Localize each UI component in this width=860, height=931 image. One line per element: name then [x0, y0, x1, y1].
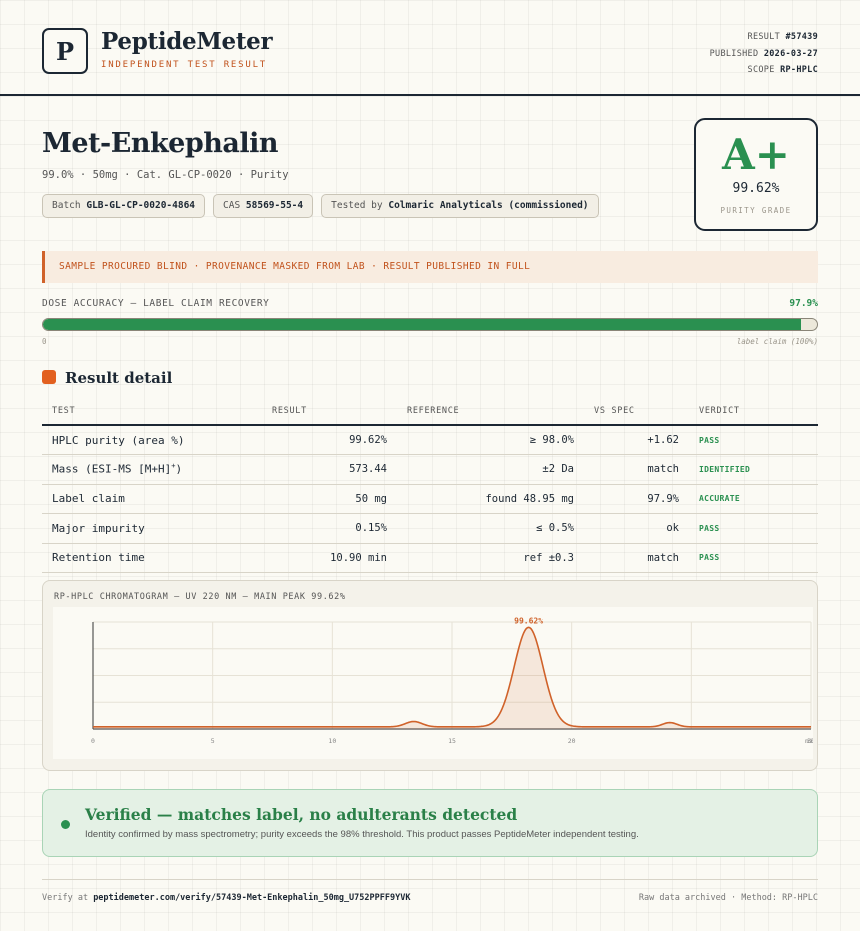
cell-vs-spec: ok — [584, 513, 689, 544]
cell-reference: ref ±0.3 — [397, 543, 584, 573]
x-tick-label: 5 — [211, 737, 215, 745]
grade-badge: A+ 99.62% PURITY GRADE — [694, 118, 818, 231]
dose-min-label: 0 — [42, 337, 47, 346]
cell-verdict: ACCURATE — [689, 484, 818, 514]
tested-by-label: Tested by — [331, 200, 383, 211]
dose-accuracy-value: 97.9% — [789, 298, 818, 309]
product-title: Met-Enkephalin — [42, 128, 279, 159]
cell-reference: found 48.95 mg — [397, 484, 584, 514]
verify-prefix: Verify at — [42, 893, 89, 903]
product-subtitle: 99.0% · 50mg · Cat. GL-CP-0020 · Purity — [42, 169, 289, 181]
cas-value: 58569-55-4 — [245, 200, 304, 211]
section-marker — [42, 370, 56, 384]
cell-verdict: IDENTIFIED — [689, 454, 818, 485]
footer-divider — [42, 879, 818, 880]
tested-by-chip: Tested by Colmaric Analyticals (commissi… — [321, 194, 599, 218]
table-row: Retention time 10.90 min ref ±0.3 match … — [42, 543, 818, 573]
footer-verify: Verify at peptidemeter.com/verify/57439-… — [42, 893, 410, 903]
cell-test: Retention time — [42, 543, 262, 573]
brand-subtitle: INDEPENDENT TEST RESULT — [101, 60, 268, 70]
brand-name: PeptideMeter — [101, 28, 273, 55]
cell-vs-spec: 97.9% — [584, 484, 689, 514]
published-label: PUBLISHED — [709, 48, 759, 59]
cell-test-text: Mass (ESI-MS [M+H] — [52, 463, 172, 477]
grade-value: 99.62% — [732, 181, 780, 196]
x-unit-label: min — [805, 737, 813, 745]
cell-verdict: PASS — [689, 513, 818, 544]
cell-vs-spec: match — [584, 543, 689, 573]
cell-test: HPLC purity (area %) — [42, 425, 262, 455]
dose-accuracy-fill — [43, 319, 801, 330]
cas-chip: CAS 58569-55-4 — [213, 194, 314, 218]
cell-reference: ±2 Da — [397, 454, 584, 485]
cas-label: CAS — [223, 200, 241, 211]
dose-accuracy-label: DOSE ACCURACY — LABEL CLAIM RECOVERY — [42, 298, 270, 309]
verify-link[interactable]: peptidemeter.com/verify/57439-Met-Enkeph… — [93, 893, 410, 903]
cell-test-suffix: ) — [175, 463, 183, 477]
table-header-row: TEST RESULT REFERENCE VS SPEC VERDICT — [42, 398, 818, 426]
table-row: Major impurity 0.15% ≤ 0.5% ok PASS — [42, 513, 818, 544]
chromatogram-card: RP-HPLC CHROMATOGRAM — UV 220 NM — MAIN … — [42, 580, 818, 771]
report-meta: RESULT #57439 PUBLISHED 2026-03-27 SCOPE… — [710, 29, 818, 79]
provenance-banner: SAMPLE PROCURED BLIND · PROVENANCE MASKE… — [42, 251, 818, 283]
col-header-reference: REFERENCE — [397, 398, 584, 426]
cell-result: 0.15% — [262, 513, 397, 544]
result-label: RESULT — [747, 32, 781, 42]
cell-result: 573.44 — [262, 454, 397, 485]
tested-by-value: Colmaric Analyticals (commissioned) — [388, 200, 589, 211]
batch-chip: Batch GLB-GL-CP-0020-4864 — [42, 194, 206, 218]
col-header-test: TEST — [42, 398, 262, 426]
results-table: TEST RESULT REFERENCE VS SPEC VERDICT HP… — [42, 398, 818, 573]
table-row: Label claim 50 mg found 48.95 mg 97.9% A… — [42, 484, 818, 514]
product-chips: Batch GLB-GL-CP-0020-4864 CAS 58569-55-4… — [42, 194, 599, 218]
cell-verdict: PASS — [689, 425, 818, 455]
grade-letter: A+ — [722, 130, 790, 179]
chromatogram-title: RP-HPLC CHROMATOGRAM — UV 220 NM — MAIN … — [54, 592, 346, 602]
chromatogram-plot: 99.62%0510152030min — [53, 607, 813, 759]
result-id-line: RESULT #57439 — [710, 29, 818, 46]
x-tick-label: 0 — [91, 737, 95, 745]
col-header-verdict: VERDICT — [689, 398, 818, 426]
cell-test: Mass (ESI-MS [M+H]+) — [42, 454, 262, 485]
table-row: Mass (ESI-MS [M+H]+) 573.44 ±2 Da match … — [42, 454, 818, 485]
x-tick-label: 15 — [448, 737, 456, 745]
scope-line: SCOPE RP-HPLC — [710, 62, 818, 79]
cell-test: Label claim — [42, 484, 262, 514]
cell-vs-spec: +1.62 — [584, 425, 689, 455]
dose-accuracy-bar — [42, 318, 818, 331]
x-tick-label: 10 — [328, 737, 336, 745]
scope-label: SCOPE — [747, 65, 775, 75]
cell-result: 10.90 min — [262, 543, 397, 573]
grade-label: PURITY GRADE — [720, 206, 792, 215]
brand-logo: P — [42, 28, 88, 74]
cell-reference: ≤ 0.5% — [397, 513, 584, 544]
verified-dot-icon — [61, 820, 70, 829]
cell-vs-spec: match — [584, 454, 689, 485]
cell-result: 99.62% — [262, 425, 397, 455]
verified-panel: Verified — matches label, no adulterants… — [42, 789, 818, 857]
verified-description: Identity confirmed by mass spectrometry;… — [85, 829, 639, 840]
verified-title: Verified — matches label, no adulterants… — [85, 805, 518, 824]
cell-reference: ≥ 98.0% — [397, 425, 584, 455]
cell-result: 50 mg — [262, 484, 397, 514]
published-date: 2026-03-27 — [763, 48, 818, 59]
report-header: P PeptideMeter INDEPENDENT TEST RESULT R… — [0, 0, 860, 96]
batch-label: Batch — [52, 200, 81, 211]
peak-label: 99.62% — [514, 616, 543, 625]
batch-value: GLB-GL-CP-0020-4864 — [86, 200, 196, 211]
col-header-vs-spec: VS SPEC — [584, 398, 689, 426]
chromatogram-svg: 99.62%0510152030min — [91, 616, 813, 745]
footer-method: Raw data archived · Method: RP-HPLC — [638, 893, 818, 903]
dose-max-label: label claim (100%) — [736, 337, 818, 346]
table-row: HPLC purity (area %) 99.62% ≥ 98.0% +1.6… — [42, 425, 818, 455]
section-title: Result detail — [65, 369, 173, 387]
cell-verdict: PASS — [689, 543, 818, 573]
published-line: PUBLISHED 2026-03-27 — [710, 46, 818, 63]
scope-value: RP-HPLC — [780, 65, 818, 75]
x-tick-label: 20 — [568, 737, 576, 745]
cell-test: Major impurity — [42, 513, 262, 544]
col-header-result: RESULT — [262, 398, 397, 426]
result-id: #57439 — [785, 32, 818, 42]
